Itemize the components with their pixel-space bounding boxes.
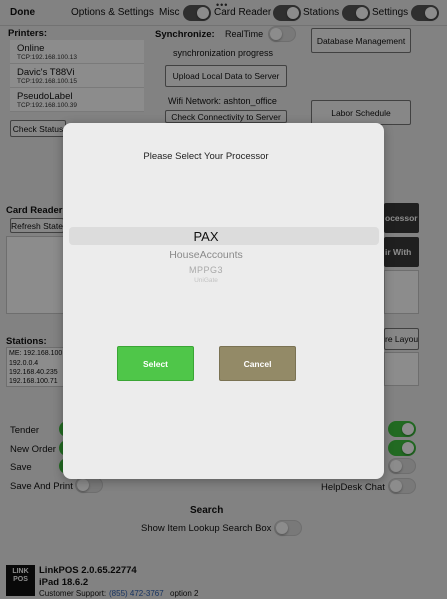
picker-option[interactable]: UniGate: [63, 277, 349, 284]
dialog-title: Please Select Your Processor: [143, 151, 269, 162]
picker-option[interactable]: MPPG3: [63, 265, 349, 275]
picker-option[interactable]: HouseAccounts: [63, 249, 349, 261]
picker-option[interactable]: PAX: [63, 229, 349, 244]
cancel-button[interactable]: Cancel: [219, 346, 296, 381]
select-button[interactable]: Select: [117, 346, 194, 381]
select-processor-dialog: Please Select Your Processor PAX HouseAc…: [63, 123, 384, 479]
processor-picker[interactable]: PAX HouseAccounts MPPG3 UniGate: [63, 219, 384, 289]
settings-screen: Done Options & Settings ••• Misc Card Re…: [0, 0, 447, 599]
